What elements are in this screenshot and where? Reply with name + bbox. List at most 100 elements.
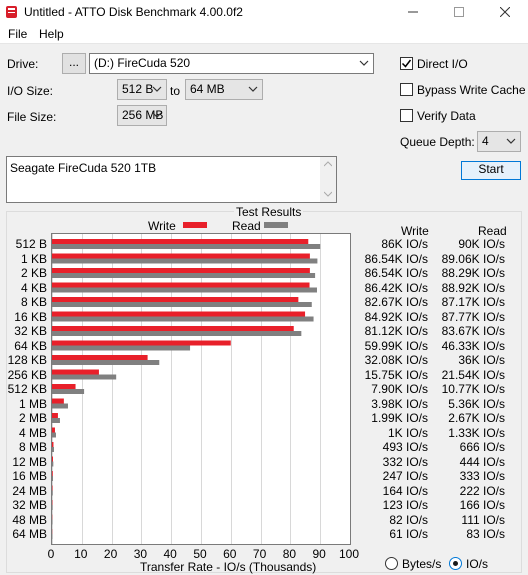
write-bar <box>52 297 299 302</box>
chart-svg <box>52 234 321 544</box>
row-size-label: 2 MB <box>18 411 47 425</box>
read-bar <box>52 331 302 336</box>
row-write-value: 82 IO/s <box>389 512 428 527</box>
legend-read-swatch <box>264 222 288 228</box>
legend-read-label: Read <box>232 219 261 233</box>
bypass-write-cache-label[interactable]: Bypass Write Cache <box>417 83 526 97</box>
menu-file[interactable]: File <box>4 26 31 42</box>
row-read-value: 87.17K IO/s <box>441 295 505 309</box>
write-bar <box>52 384 76 389</box>
ios-label[interactable]: IO/s <box>466 557 488 571</box>
row-size-label: 1 KB <box>20 251 47 266</box>
row-write-value: 1K IO/s <box>387 425 428 440</box>
row-size-label: 24 MB <box>12 483 47 498</box>
queue-depth-label: Queue Depth: <box>400 135 475 149</box>
verify-data-label[interactable]: Verify Data <box>417 109 476 123</box>
row-write-value: 247 IO/s <box>382 469 428 483</box>
x-tick-label: 60 <box>223 547 237 561</box>
row-size-label: 2 KB <box>20 266 47 280</box>
row-read-value: 5.36K IO/s <box>448 396 505 411</box>
close-button[interactable] <box>482 0 528 24</box>
scroll-up-icon[interactable] <box>324 161 332 167</box>
verify-data-checkbox[interactable] <box>400 109 413 122</box>
read-bar <box>52 345 191 351</box>
row-read-value: 83.67K IO/s <box>441 324 505 338</box>
menu-help[interactable]: Help <box>35 26 68 42</box>
row-write-value: 164 IO/s <box>382 483 428 498</box>
row-size-label: 48 MB <box>12 512 47 527</box>
column-header-read: Read <box>478 224 507 238</box>
write-bar <box>52 355 148 360</box>
chevron-down-icon <box>359 60 369 66</box>
direct-io-checkbox[interactable] <box>400 57 413 70</box>
row-size-label: 8 MB <box>18 440 47 454</box>
direct-io-label[interactable]: Direct I/O <box>417 57 468 71</box>
row-write-value: 86.42K IO/s <box>364 280 428 295</box>
row-read-value: 222 IO/s <box>459 483 505 498</box>
row-read-value: 2.67K IO/s <box>448 411 505 425</box>
x-tick-label: 50 <box>193 547 207 561</box>
io-size-to-select[interactable]: 64 MB <box>185 79 263 100</box>
row-read-value: 10.77K IO/s <box>441 382 505 396</box>
maximize-icon <box>454 7 464 17</box>
read-bar <box>52 244 321 249</box>
read-bar <box>52 374 117 380</box>
file-size-select[interactable]: 256 MB <box>117 105 167 126</box>
row-write-value: 3.98K IO/s <box>371 396 428 411</box>
queue-depth-value: 4 <box>482 134 489 148</box>
description-textarea[interactable]: Seagate FireCuda 520 1TB <box>6 156 337 203</box>
row-write-value: 493 IO/s <box>382 440 428 454</box>
title-bar[interactable]: Untitled - ATTO Disk Benchmark 4.00.0f2 <box>0 0 528 24</box>
row-size-label: 16 MB <box>12 469 47 483</box>
read-bar <box>52 316 314 322</box>
minimize-button[interactable] <box>390 0 436 24</box>
maximize-button[interactable] <box>436 0 482 24</box>
read-bar <box>52 287 317 293</box>
read-bar <box>52 461 54 467</box>
start-button[interactable]: Start <box>461 161 521 180</box>
row-read-value: 89.06K IO/s <box>441 251 505 266</box>
row-read-value: 83 IO/s <box>466 527 505 541</box>
row-read-value: 666 IO/s <box>459 440 505 454</box>
read-bar <box>52 403 68 409</box>
row-size-label: 32 MB <box>12 498 47 512</box>
bytes-per-sec-radio[interactable] <box>385 557 398 570</box>
row-size-label: 256 KB <box>7 367 47 382</box>
write-bar <box>52 268 310 273</box>
read-bar <box>52 432 56 438</box>
io-size-from-select[interactable]: 512 B <box>117 79 167 100</box>
browse-button[interactable]: ... <box>62 53 86 74</box>
bypass-write-cache-checkbox[interactable] <box>400 83 413 96</box>
description-text: Seagate FireCuda 520 1TB <box>10 161 157 175</box>
app-icon <box>6 6 17 18</box>
row-read-value: 21.54K IO/s <box>441 367 505 382</box>
bytes-per-sec-label[interactable]: Bytes/s <box>402 557 441 571</box>
row-write-value: 81.12K IO/s <box>364 324 428 338</box>
ios-radio[interactable] <box>449 557 462 570</box>
queue-depth-select[interactable]: 4 <box>477 131 521 152</box>
scroll-down-icon[interactable] <box>324 191 332 197</box>
x-tick-label: 20 <box>103 547 118 561</box>
x-tick-label: 10 <box>74 547 88 561</box>
write-bar <box>52 398 64 404</box>
x-axis-label: Transfer Rate - IO/s (Thousands) <box>140 560 317 574</box>
drive-select-value: (D:) FireCuda 520 <box>94 56 191 70</box>
write-bar <box>52 253 310 259</box>
read-bar <box>52 258 318 264</box>
row-size-label: 12 MB <box>12 454 47 469</box>
description-scrollbar[interactable] <box>320 157 336 202</box>
window-title: Untitled - ATTO Disk Benchmark 4.00.0f2 <box>24 5 243 19</box>
write-bar <box>52 471 53 476</box>
chevron-down-icon <box>506 138 516 144</box>
row-write-value: 15.75K IO/s <box>364 367 428 382</box>
x-tick-label: 80 <box>282 547 297 561</box>
drive-label: Drive: <box>7 57 39 71</box>
drive-select[interactable]: (D:) FireCuda 520 <box>89 53 374 74</box>
row-size-label: 1 MB <box>18 396 47 411</box>
close-icon <box>500 7 510 17</box>
row-write-value: 86.54K IO/s <box>364 251 428 266</box>
write-bar <box>52 282 310 288</box>
write-bar <box>52 239 309 244</box>
row-size-label: 64 MB <box>12 527 47 541</box>
row-write-value: 61 IO/s <box>389 527 428 541</box>
